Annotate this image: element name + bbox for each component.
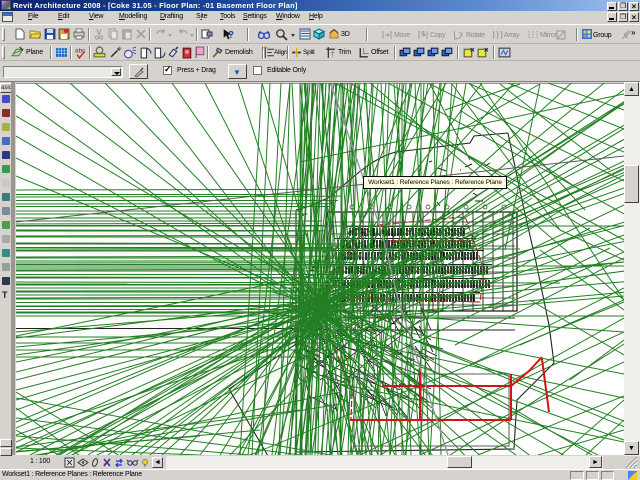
svg-text:abc: abc (75, 48, 86, 55)
svg-text:?: ? (228, 30, 234, 41)
